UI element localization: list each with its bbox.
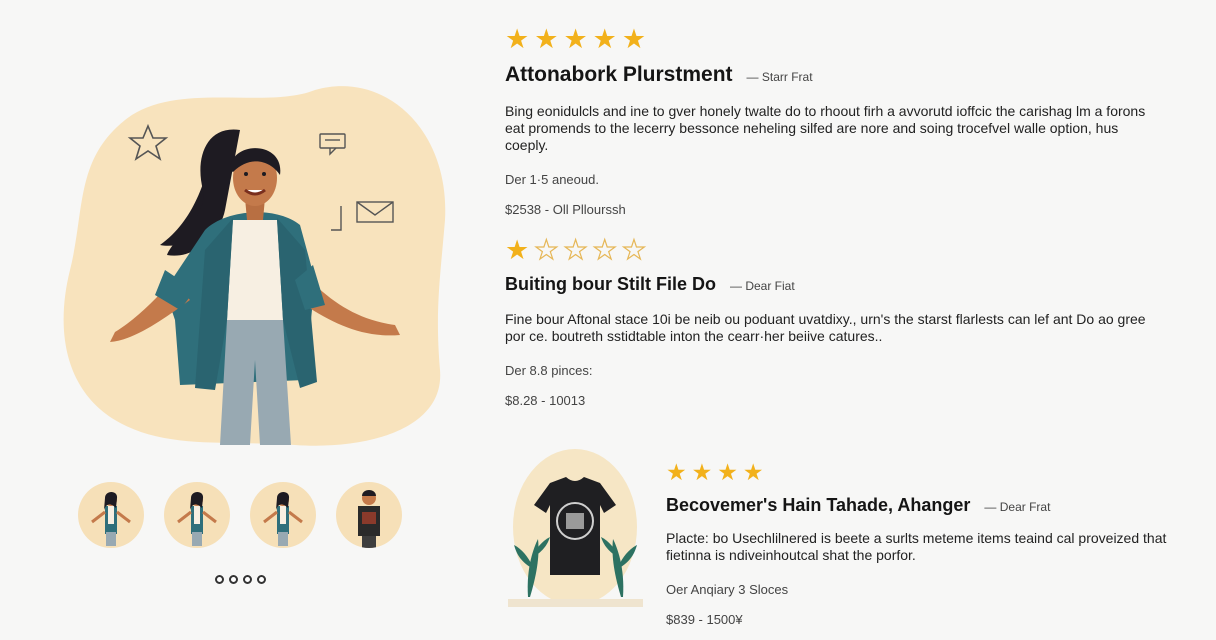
pagination-dot-4[interactable] — [257, 575, 266, 584]
review-meta: Der 1·5 aneoud. — [505, 172, 599, 187]
review-body: Fine bour Aftonal stace 10i be neib ou p… — [505, 311, 1146, 344]
review-body: Bing eonidulcls and ine to gver honely t… — [505, 103, 1146, 153]
review-title: Attonabork Plurstment — [505, 63, 733, 86]
star-outline-icon: ★ — [621, 235, 647, 266]
pagination-dot-2[interactable] — [229, 575, 238, 584]
product-image-tshirt — [508, 447, 643, 607]
review-price: $839 - 1500¥ — [666, 612, 743, 627]
thumbnail-4[interactable] — [336, 482, 402, 548]
star-rating-1: ★ ★ ★ ★ ★ — [505, 235, 1155, 266]
review-meta: Der 8.8 pinces: — [505, 363, 593, 378]
star-outline-icon: ★ — [563, 235, 588, 266]
review-card: ★ ★ ★ ★ Becovemer's Hain Tahade, Ahanger… — [666, 462, 1186, 628]
hero-illustration — [55, 70, 455, 455]
star-rating-5: ★ ★ ★ ★ ★ — [505, 26, 1155, 53]
thumbnail-3[interactable] — [250, 482, 316, 548]
star-rating-4: ★ ★ ★ ★ — [666, 462, 1186, 485]
review-title: Buiting bour Stilt File Do — [505, 274, 716, 294]
review-price: $8.28 - 10013 — [505, 393, 586, 408]
star-filled-icon: ★ — [666, 460, 687, 486]
review-author: — Dear Fiat — [729, 279, 795, 293]
woman-illustration — [63, 86, 446, 446]
review-card: ★ ★ ★ ★ ★ Attonabork Plurstment — Starr … — [505, 26, 1155, 217]
star-filled-icon: ★ — [742, 460, 764, 486]
star-filled-icon: ★ — [717, 460, 738, 486]
review-title: Becovemer's Hain Tahade, Ahanger — [666, 495, 971, 515]
star-filled-icon: ★ — [505, 235, 530, 266]
star-filled-icon: ★ — [621, 24, 647, 55]
star-filled-icon: ★ — [592, 24, 617, 55]
thumbnail-1[interactable] — [78, 482, 144, 548]
star-filled-icon: ★ — [563, 24, 588, 55]
star-outline-icon: ★ — [592, 235, 617, 266]
review-meta: Oer Anqiary 3 Sloces — [666, 582, 789, 597]
star-filled-icon: ★ — [691, 460, 713, 486]
review-card: ★ ★ ★ ★ ★ Buiting bour Stilt File Do — D… — [505, 235, 1155, 408]
pagination-dot-1[interactable] — [215, 575, 224, 584]
star-filled-icon: ★ — [505, 24, 530, 55]
review-price: $2538 - Oll Pllourssh — [505, 202, 626, 217]
star-outline-icon: ★ — [534, 235, 559, 266]
review-body: Placte: bo Usechlilnered is beete a surl… — [666, 530, 1167, 563]
pagination-dot-3[interactable] — [243, 575, 252, 584]
review-author: — Starr Frat — [746, 70, 813, 84]
carousel-pagination — [215, 575, 266, 584]
thumbnail-2[interactable] — [164, 482, 230, 548]
review-author: — Dear Frat — [984, 500, 1051, 514]
star-filled-icon: ★ — [534, 24, 559, 55]
thumbnail-strip — [78, 482, 408, 552]
